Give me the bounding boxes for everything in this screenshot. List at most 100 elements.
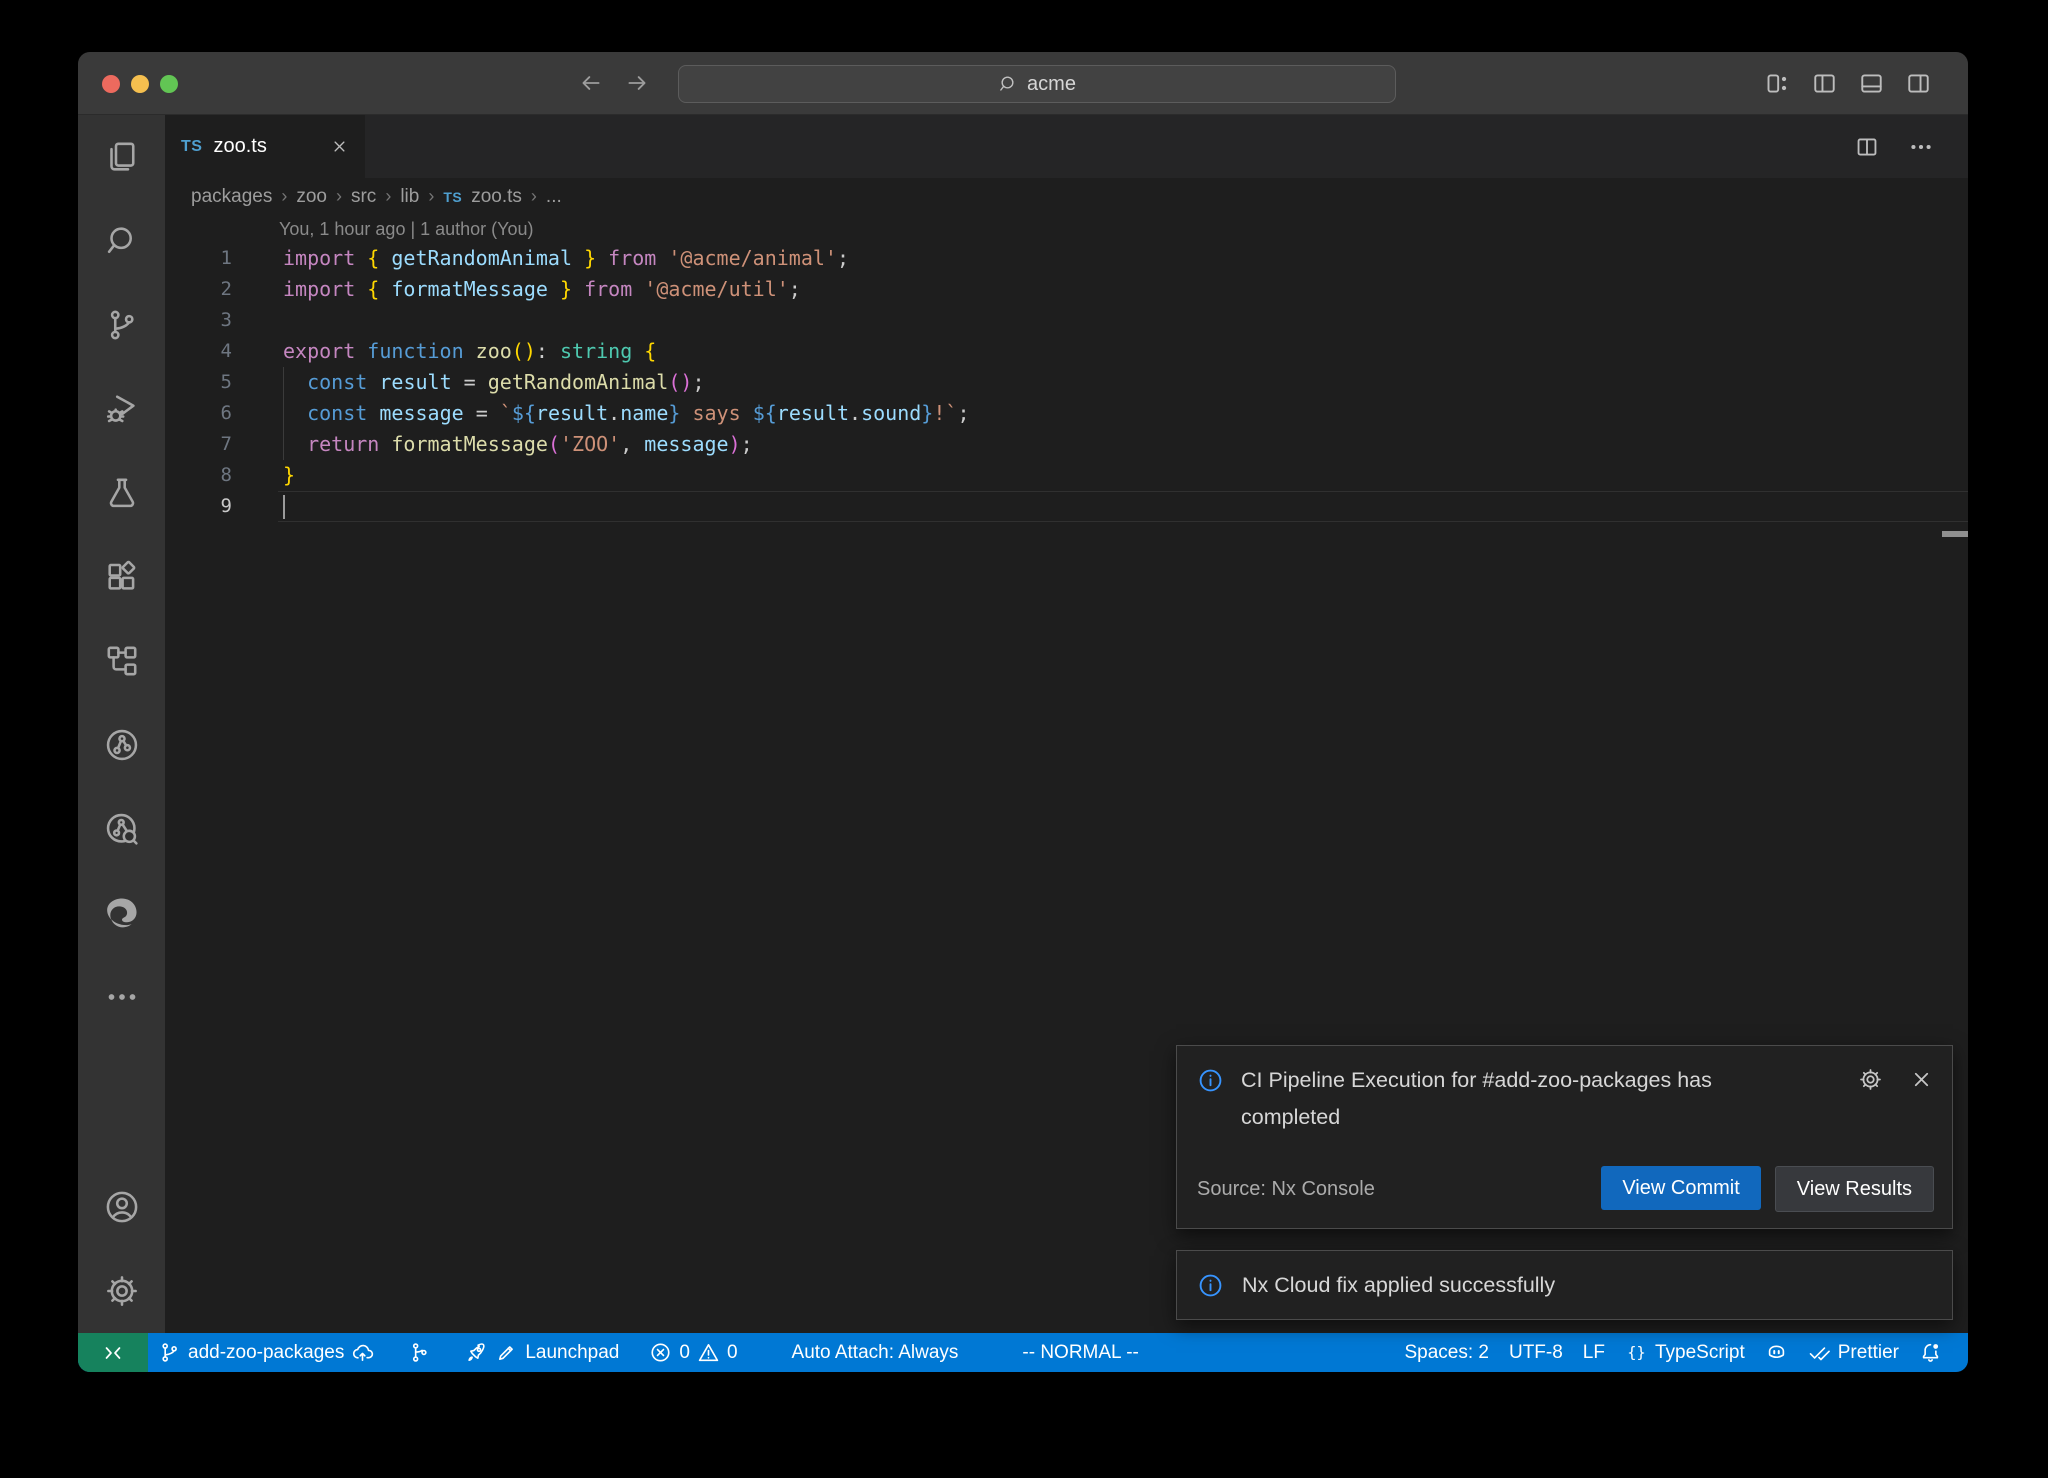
activity-source-control[interactable] [78,283,165,367]
toggle-panel-icon [1858,70,1885,97]
toggle-panel-icon[interactable] [1858,70,1885,97]
statusbar-language-mode[interactable]: {}TypeScript [1615,1333,1755,1372]
code-line-content: export function zoo(): string { [278,336,1968,367]
activity-accounts[interactable] [78,1165,165,1249]
code-line-2[interactable]: 2import { formatMessage } from '@acme/ut… [165,274,1968,305]
remote-indicator[interactable] [78,1333,148,1372]
typescript-file-icon: TS [181,138,202,156]
code-line-5[interactable]: 5 const result = getRandomAnimal(); [165,367,1968,398]
statusbar-auto-attach[interactable]: Auto Attach: Always [782,1333,969,1372]
toggle-secondary-sidebar-icon[interactable] [1905,70,1932,97]
graph-icon [408,1341,431,1364]
view-commit-button[interactable]: View Commit [1601,1166,1760,1210]
search-icon [998,74,1018,94]
extensions-icon [104,559,140,595]
beaker-icon [104,475,140,511]
notification-message: CI Pipeline Execution for #add-zoo-packa… [1241,1062,1786,1136]
code-line-3[interactable]: 3 [165,305,1968,336]
breadcrumb-item[interactable]: zoo.ts [471,186,522,208]
activity-pipeline-search-view[interactable] [78,787,165,871]
notification-settings-icon [1858,1067,1883,1092]
back-icon[interactable] [578,70,604,96]
statusbar-notifications-bell[interactable] [1909,1333,1952,1372]
status-bar-right: Spaces: 2UTF-8LF{}TypeScript Prettier [1394,1333,1968,1372]
customize-layout-icon[interactable] [1764,70,1791,97]
typescript-file-icon: TS [443,189,462,205]
window-controls [102,75,178,93]
activity-explorer[interactable] [78,115,165,199]
split-editor-icon[interactable] [1854,134,1880,160]
breadcrumb-item[interactable]: zoo [296,186,327,208]
remote-icon [101,1341,125,1365]
notification-close-icon[interactable] [1909,1067,1934,1092]
forward-icon [624,70,650,96]
indent-guide [283,367,284,398]
line-number: 3 [165,305,248,336]
breadcrumb-item[interactable]: ... [546,186,562,208]
git-blame-annotation: You, 1 hour ago | 1 author (You) [165,215,1968,243]
code-line-6[interactable]: 6 const message = `${result.name} says $… [165,398,1968,429]
forward-icon[interactable] [624,70,650,96]
statusbar-branch[interactable]: add-zoo-packages [148,1333,384,1372]
code-line-content: const result = getRandomAnimal(); [278,367,1968,398]
breadcrumb-item[interactable]: lib [400,186,419,208]
activity-run-and-debug[interactable] [78,367,165,451]
statusbar-vim-mode[interactable]: -- NORMAL -- [1012,1333,1148,1372]
statusbar-launchpad[interactable]: Launchpad [455,1333,629,1372]
line-number: 8 [165,460,248,491]
breadcrumb-separator: › [531,186,537,207]
statusbar-formatter[interactable]: Prettier [1798,1333,1909,1372]
line-number: 7 [165,429,248,460]
gear-icon [104,1273,140,1309]
statusbar-eol[interactable]: LF [1573,1333,1615,1372]
close-window-button[interactable] [102,75,120,93]
code-line-7[interactable]: 7 return formatMessage('ZOO', message); [165,429,1968,460]
pencil-icon [495,1341,518,1364]
code-line-4[interactable]: 4export function zoo(): string { [165,336,1968,367]
tab-close-icon[interactable] [330,137,349,156]
code-line-8[interactable]: 8} [165,460,1968,491]
activity-extensions[interactable] [78,535,165,619]
statusbar-indentation[interactable]: Spaces: 2 [1394,1333,1499,1372]
notification-message: Nx Cloud fix applied successfully [1242,1267,1555,1304]
title-bar: acme [78,52,1968,115]
toggle-sidebar-icon[interactable] [1811,70,1838,97]
text-cursor [283,495,285,519]
statusbar-problems[interactable]: 00 [639,1333,747,1372]
command-center-search[interactable]: acme [678,65,1396,103]
info-icon [1197,1272,1224,1299]
code-line-content: import { getRandomAnimal } from '@acme/a… [278,243,1968,274]
statusbar-source-control-graph[interactable] [398,1333,441,1372]
indent-guide [283,398,284,429]
code-line-9[interactable]: 9 [165,491,1968,522]
activity-search[interactable] [78,199,165,283]
statusbar-encoding[interactable]: UTF-8 [1499,1333,1573,1372]
search-icon [998,74,1018,94]
minimize-window-button[interactable] [131,75,149,93]
more-actions-icon[interactable] [1908,134,1934,160]
copilot-menu[interactable] [1418,65,1423,101]
zoom-window-button[interactable] [160,75,178,93]
breadcrumb-item[interactable]: src [351,186,376,208]
breadcrumb-item[interactable]: packages [191,186,272,208]
activity-pipeline-view[interactable] [78,703,165,787]
status-bar: add-zoo-packages Launchpad 00 Auto Attach: … [78,1333,1968,1372]
activity-settings[interactable] [78,1249,165,1333]
notification-settings-icon[interactable] [1858,1067,1883,1092]
code-line-1[interactable]: 1import { getRandomAnimal } from '@acme/… [165,243,1968,274]
activity-testing[interactable] [78,451,165,535]
statusbar-copilot-status[interactable] [1755,1333,1798,1372]
tab-zoo-ts[interactable]: TS zoo.ts [165,115,365,178]
layout-controls [1764,52,1932,114]
code-line-content: import { formatMessage } from '@acme/uti… [278,274,1968,305]
activity-hierarchy-view[interactable] [78,619,165,703]
ellipsis-icon [104,979,140,1015]
activity-edge-tools[interactable] [78,871,165,955]
history-nav [578,52,650,114]
activity-more-views[interactable] [78,955,165,1039]
back-icon [578,70,604,96]
vscode-window: acme TS [78,52,1968,1372]
view-results-button[interactable]: View Results [1775,1166,1934,1212]
svg-text:{}: {} [1627,1343,1645,1361]
braces-icon: {} [1625,1341,1648,1364]
